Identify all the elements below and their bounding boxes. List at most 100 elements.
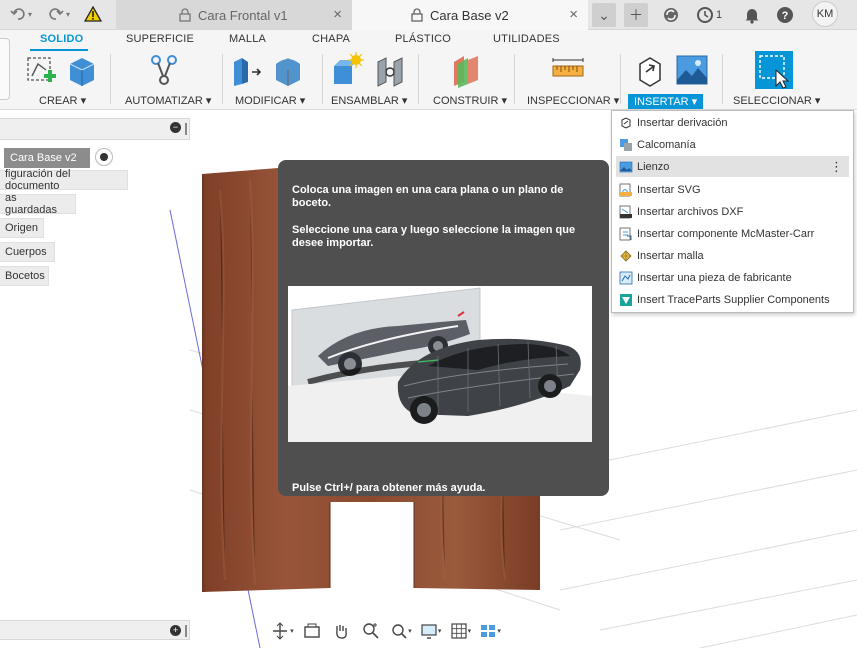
expand-icon[interactable]: + <box>170 625 181 636</box>
close-icon[interactable]: × <box>333 6 342 23</box>
menu-item-canvas[interactable]: Lienzo ⋮ <box>616 156 849 177</box>
menu-item-insert-mcmaster[interactable]: Insertar componente McMaster-Carr <box>616 223 849 244</box>
help-button[interactable]: ? <box>776 3 796 27</box>
menu-item-insert-manufacturer-part[interactable]: Insertar una pieza de fabricante <box>616 267 849 288</box>
tab-label: Cara Frontal v1 <box>198 7 288 23</box>
viewports-button[interactable]: ▾ <box>476 620 504 642</box>
browser-item-bodies[interactable]: Cuerpos <box>0 242 55 262</box>
group-insertar[interactable]: INSERTAR ▾ <box>628 94 704 109</box>
svg-icon <box>619 183 632 196</box>
menu-item-label: Insertar componente McMaster-Carr <box>637 227 815 240</box>
redo-dropdown-icon[interactable]: ▾ <box>66 10 70 19</box>
job-status-button[interactable]: 1 <box>696 3 726 27</box>
grid-settings-button[interactable]: ▾ <box>447 620 475 642</box>
offset-plane-icon[interactable] <box>448 52 484 88</box>
chevron-down-icon: ▾ <box>437 628 442 635</box>
zoom-button[interactable] <box>357 620 385 642</box>
group-crear[interactable]: CREAR ▾ <box>39 94 86 107</box>
mcmaster-icon <box>619 227 632 240</box>
avatar[interactable]: KM <box>812 1 838 27</box>
derive-icon <box>621 116 631 129</box>
press-pull-icon[interactable] <box>228 52 264 88</box>
divider <box>222 54 223 104</box>
browser-root-node[interactable]: Cara Base v2 <box>4 148 90 168</box>
sync-icon <box>664 8 678 22</box>
menu-item-label: Insertar derivación <box>637 116 728 129</box>
decal-icon <box>620 138 632 151</box>
notifications-button[interactable] <box>744 3 764 27</box>
workspace-switcher[interactable] <box>0 38 10 100</box>
menu-item-label: Insertar malla <box>637 249 704 262</box>
browser-item-sketches[interactable]: Bocetos <box>0 266 49 286</box>
more-options-icon[interactable]: ⋮ <box>830 159 843 175</box>
close-icon[interactable]: × <box>569 6 578 23</box>
menu-item-insert-svg[interactable]: Insertar SVG <box>616 179 849 200</box>
warning-button[interactable] <box>83 3 103 25</box>
lock-icon <box>179 8 191 22</box>
activate-radio[interactable] <box>95 148 113 166</box>
tab-cara-base[interactable]: Cara Base v2 × <box>352 0 588 30</box>
canvas-icon <box>619 161 633 172</box>
tab-cara-frontal[interactable]: Cara Frontal v1 × <box>116 0 352 30</box>
browser-item-origin[interactable]: Origen <box>0 218 44 238</box>
menu-item-insert-dxf[interactable]: Insertar archivos DXF <box>616 201 849 222</box>
menu-item-insert-traceparts[interactable]: Insert TraceParts Supplier Components <box>616 289 849 310</box>
panel-resize-handle[interactable] <box>185 625 187 637</box>
group-construir[interactable]: CONSTRUIR ▾ <box>433 94 507 107</box>
title-bar: ▾ ▾ Cara Frontal v1 × Cara Base v2 × ⌄ ＋… <box>0 0 857 30</box>
chevron-down-icon: ▾ <box>467 628 472 635</box>
measure-icon[interactable] <box>550 52 586 88</box>
divider <box>322 54 323 104</box>
menu-item-label: Insertar archivos DXF <box>637 205 744 218</box>
job-count: 1 <box>716 9 723 21</box>
tab-plastico[interactable]: PLÁSTICO <box>395 33 451 45</box>
menu-item-decal[interactable]: Calcomanía <box>616 134 849 155</box>
menu-item-label: Insertar SVG <box>637 183 701 196</box>
menu-item-insert-mesh[interactable]: Insertar malla <box>616 245 849 266</box>
automate-icon[interactable] <box>146 52 182 88</box>
zoom-window-icon <box>392 624 407 639</box>
joint-icon[interactable] <box>372 52 408 88</box>
new-component-icon[interactable] <box>330 52 366 88</box>
group-modificar[interactable]: MODIFICAR ▾ <box>235 94 305 107</box>
tab-solido[interactable]: SOLIDO <box>40 33 83 45</box>
create-sketch-icon[interactable] <box>24 52 60 88</box>
look-at-button[interactable] <box>298 620 326 642</box>
panel-resize-handle[interactable] <box>185 123 187 135</box>
collapse-icon[interactable]: − <box>170 122 181 133</box>
orbit-button[interactable]: ▾ <box>268 620 296 642</box>
menu-item-insert-derive[interactable]: Insertar derivación <box>616 112 849 133</box>
group-automatizar[interactable]: AUTOMATIZAR ▾ <box>125 94 211 107</box>
divider <box>418 54 419 104</box>
select-icon[interactable] <box>754 50 794 90</box>
undo-dropdown-icon[interactable]: ▾ <box>28 10 32 19</box>
tab-superficie[interactable]: SUPERFICIE <box>126 33 194 45</box>
fillet-icon[interactable] <box>270 52 306 88</box>
extrude-icon[interactable] <box>64 52 100 88</box>
dxf-icon <box>619 205 632 218</box>
insert-derive-icon[interactable] <box>632 52 668 88</box>
group-seleccionar[interactable]: SELECCIONAR ▾ <box>733 94 820 107</box>
divider <box>722 54 723 104</box>
redo-button[interactable]: ▾ <box>44 3 74 25</box>
insert-dropdown-menu: Insertar derivación Calcomanía Lienzo ⋮ … <box>611 110 854 313</box>
undo-button[interactable]: ▾ <box>6 3 36 25</box>
clock-icon <box>697 7 713 23</box>
browser-item-saved-views[interactable]: as guardadas <box>0 192 76 216</box>
tab-utilidades[interactable]: UTILIDADES <box>493 33 560 45</box>
tab-malla[interactable]: MALLA <box>229 33 266 45</box>
radio-dot-icon <box>100 153 108 161</box>
group-inspeccionar[interactable]: INSPECCIONAR ▾ <box>527 94 619 107</box>
tab-chapa[interactable]: CHAPA <box>312 33 350 45</box>
tab-list-button[interactable]: ⌄ <box>592 3 616 27</box>
fit-button[interactable]: ▾ <box>387 620 415 642</box>
sync-button[interactable] <box>662 3 682 27</box>
chevron-down-icon: ▾ <box>497 628 501 635</box>
insert-canvas-icon[interactable] <box>674 52 710 88</box>
browser-item-document-settings[interactable]: figuración del documento <box>0 168 128 192</box>
traceparts-icon <box>620 293 632 306</box>
display-settings-button[interactable]: ▾ <box>417 620 445 642</box>
group-ensamblar[interactable]: ENSAMBLAR ▾ <box>331 94 407 107</box>
new-tab-button[interactable]: ＋ <box>624 3 648 27</box>
pan-button[interactable] <box>328 620 356 642</box>
